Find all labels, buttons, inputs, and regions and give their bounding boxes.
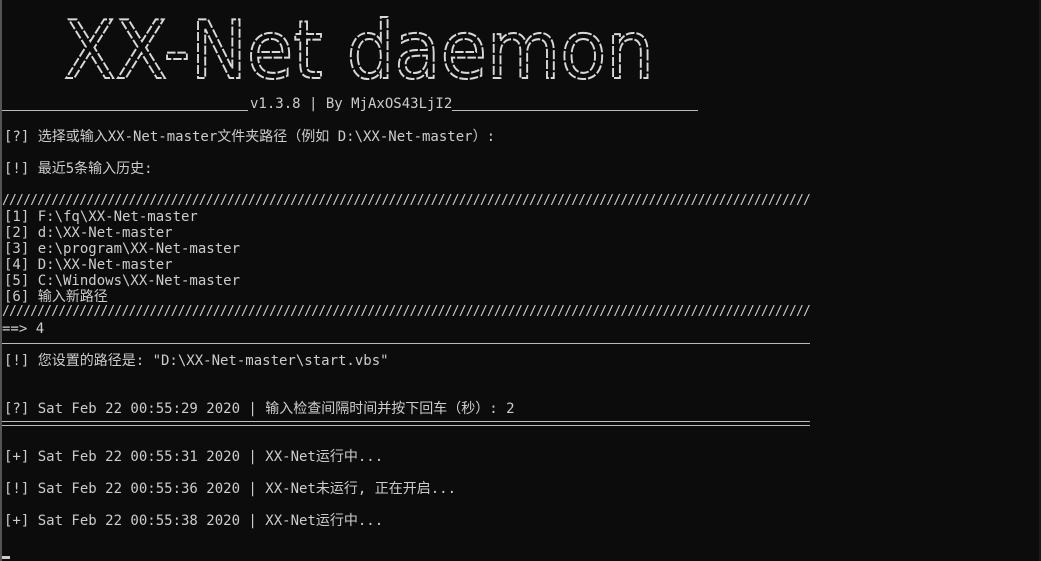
select-path-prompt: [?] 选择或输入XX-Net-master文件夹路径（例如 D:\XX-Net… xyxy=(4,129,496,145)
console-window[interactable]: XX-Net daemon v1.3.8 | By MjAxOS43LjI2 [… xyxy=(0,0,1041,561)
log-line: [!] Sat Feb 22 00:55:36 2020 | XX-Net未运行… xyxy=(4,481,457,497)
history-item: [2] d:\XX-Net-master xyxy=(4,225,173,241)
version-rule-left xyxy=(2,110,248,111)
double-rule xyxy=(2,421,810,426)
version-label: v1.3.8 | By MjAxOS43LjI2 xyxy=(250,96,453,112)
log-line: [+] Sat Feb 22 00:55:31 2020 | XX-Net运行中… xyxy=(4,449,384,465)
ascii-banner: XX-Net daemon xyxy=(63,4,655,88)
history-title: [!] 最近5条输入历史: xyxy=(4,161,153,177)
history-item: [3] e:\program\XX-Net-master xyxy=(4,241,241,257)
input-echo: ==> 4 xyxy=(2,321,45,337)
history-item: [5] C:\Windows\XX-Net-master xyxy=(4,273,241,289)
path-set-message: [!] 您设置的路径是: "D:\XX-Net-master\start.vbs… xyxy=(4,353,389,369)
log-line: [+] Sat Feb 22 00:55:38 2020 | XX-Net运行中… xyxy=(4,513,384,529)
interval-prompt: [?] Sat Feb 22 00:55:29 2020 | 输入检查间隔时间并… xyxy=(4,401,515,417)
history-item: [4] D:\XX-Net-master xyxy=(4,257,173,273)
text-cursor xyxy=(2,556,10,559)
single-rule xyxy=(2,343,810,344)
slash-separator-top: ////////////////////////////////////////… xyxy=(2,194,810,208)
history-item: [6] 输入新路径 xyxy=(4,289,108,305)
version-rule-right xyxy=(452,110,698,111)
history-item: [1] F:\fq\XX-Net-master xyxy=(4,209,198,225)
banner-title: XX-Net daemon xyxy=(64,4,654,88)
slash-separator-bottom: ////////////////////////////////////////… xyxy=(2,305,810,319)
